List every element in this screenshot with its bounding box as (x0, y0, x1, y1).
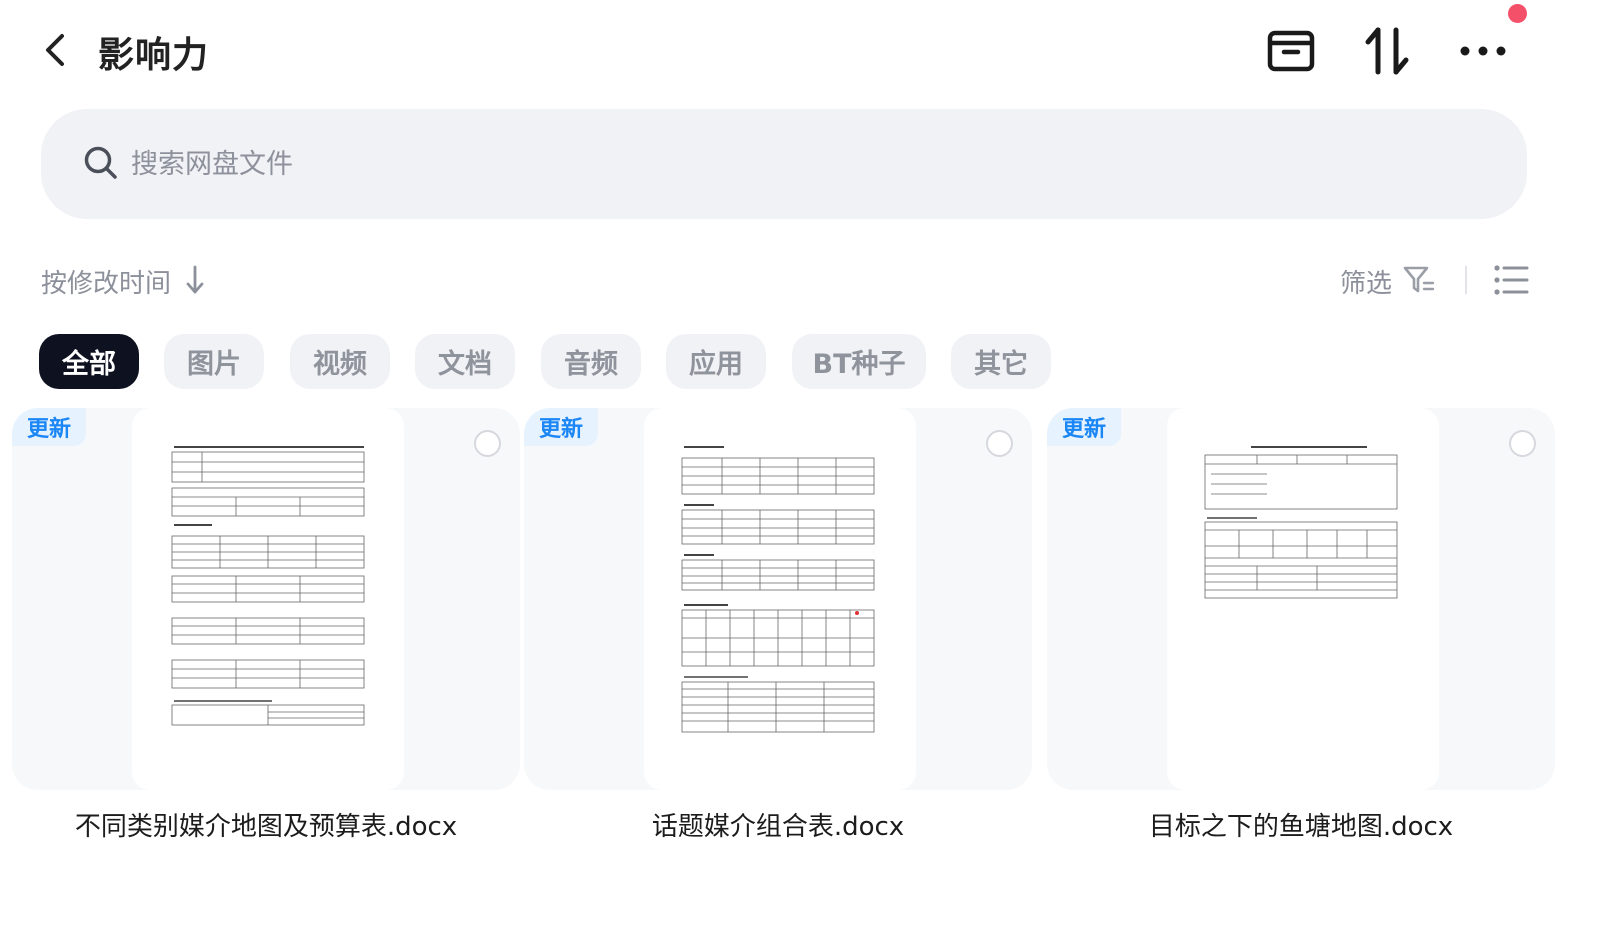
chip-others[interactable]: 其它 (951, 334, 1051, 389)
select-radio[interactable] (986, 430, 1013, 457)
document-thumbnail (1167, 408, 1439, 790)
back-arrow-icon[interactable] (38, 30, 74, 70)
search-bar[interactable] (41, 109, 1527, 219)
search-icon (84, 146, 117, 179)
chip-all[interactable]: 全部 (39, 334, 139, 389)
list-view-icon[interactable] (1493, 264, 1529, 296)
update-badge: 更新 (524, 408, 598, 446)
document-preview-icon (171, 446, 365, 726)
document-preview-icon (681, 446, 875, 733)
chip-images[interactable]: 图片 (164, 334, 264, 389)
file-name[interactable]: 话题媒介组合表.docx (524, 806, 1032, 843)
archive-box-icon[interactable] (1266, 26, 1316, 76)
arrow-down-icon (186, 265, 204, 294)
sort-swap-icon[interactable] (1362, 26, 1412, 76)
update-badge: 更新 (1047, 408, 1121, 446)
chip-audio[interactable]: 音频 (541, 334, 641, 389)
chip-documents[interactable]: 文档 (415, 334, 515, 389)
filter-funnel-icon[interactable] (1402, 264, 1436, 296)
sort-by-modified-time[interactable]: 按修改时间 (41, 263, 171, 300)
document-thumbnail (644, 408, 916, 790)
file-card[interactable]: 更新 (12, 408, 520, 790)
document-preview-icon (1204, 446, 1398, 599)
page-title: 影响力 (98, 35, 210, 76)
update-badge: 更新 (12, 408, 86, 446)
filter-button[interactable]: 筛选 (1340, 263, 1392, 300)
file-card[interactable]: 更新 (1047, 408, 1555, 790)
chip-bt-torrents[interactable]: BT种子 (792, 334, 926, 389)
top-bar: 影响力 (0, 0, 1600, 100)
select-radio[interactable] (1509, 430, 1536, 457)
notification-dot (1508, 4, 1527, 23)
more-options-icon[interactable] (1458, 26, 1508, 76)
chip-videos[interactable]: 视频 (290, 334, 390, 389)
file-card[interactable]: 更新 (524, 408, 1032, 790)
file-name[interactable]: 目标之下的鱼塘地图.docx (1047, 806, 1555, 843)
file-name[interactable]: 不同类别媒介地图及预算表.docx (12, 806, 520, 843)
document-thumbnail (132, 408, 404, 790)
select-radio[interactable] (474, 430, 501, 457)
toolbar-divider (1465, 266, 1467, 294)
search-input[interactable] (131, 137, 1031, 191)
chip-apps[interactable]: 应用 (666, 334, 766, 389)
